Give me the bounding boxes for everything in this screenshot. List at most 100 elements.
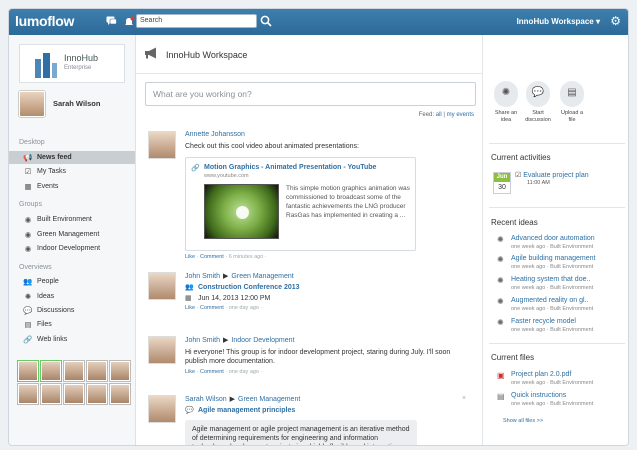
start-discussion-button[interactable]: 💬 Start discussion [523, 81, 553, 123]
show-all-files-link[interactable]: Show all files >> [503, 418, 543, 424]
section-recent-ideas: Recent ideas [491, 218, 538, 227]
avatar[interactable] [41, 361, 61, 381]
avatar[interactable] [148, 336, 176, 364]
post-text: Check out this cool video about animated… [185, 143, 359, 150]
discussion-title[interactable]: Agile management principles [198, 407, 295, 414]
link-description: This simple motion graphics animation wa… [286, 185, 410, 219]
group-icon: ◉ [24, 230, 32, 239]
top-bar: lumoflow Search InnoHub Workspace ▾ ⚙ [9, 9, 628, 35]
search-icon[interactable] [259, 14, 273, 28]
sidebar-item-indoor-development[interactable]: ◉ Indoor Development [9, 242, 135, 255]
sidebar-item-web-links[interactable]: 🔗 Web links [9, 333, 135, 346]
share-idea-button[interactable]: ✺ Share an idea [491, 81, 521, 123]
avatar[interactable] [87, 361, 107, 381]
lightbulb-icon: ✺ [497, 297, 504, 306]
video-thumbnail[interactable] [204, 184, 279, 239]
comment-link[interactable]: Comment [200, 254, 224, 260]
upload-file-button[interactable]: ▤ Upload a file [557, 81, 587, 123]
comment-link[interactable]: Comment [200, 369, 224, 375]
avatar[interactable] [64, 361, 84, 381]
chat-icon: 💬 [185, 407, 194, 414]
sidebar-item-label: My Tasks [37, 168, 67, 175]
sidebar-item-built-environment[interactable]: ◉ Built Environment [9, 213, 135, 226]
file-title[interactable]: Quick instructions [511, 392, 566, 399]
idea-title[interactable]: Faster recycle model [511, 318, 576, 325]
comment-link[interactable]: Comment [200, 305, 224, 311]
post-author[interactable]: John Smith [185, 273, 220, 280]
avatar[interactable] [148, 131, 176, 159]
post-author[interactable]: Annette Johansson [185, 131, 473, 138]
sidebar-item-ideas[interactable]: ✺ Ideas [9, 290, 135, 303]
post-meta: Like · Comment · 6 minutes ago · [185, 254, 267, 260]
sidebar-item-events[interactable]: ▦ Events [9, 180, 135, 193]
avatar[interactable] [110, 361, 130, 381]
link-preview[interactable]: 🔗 Motion Graphics - Animated Presentatio… [185, 157, 416, 251]
play-icon[interactable] [236, 206, 249, 219]
feed-filter-my-events[interactable]: my events [447, 112, 474, 118]
sidebar-item-news-feed[interactable]: 📢 News feed [9, 151, 135, 164]
idea-meta: one week ago · Built Environment [511, 244, 594, 250]
like-link[interactable]: Like [185, 254, 195, 260]
status-input[interactable]: What are you working on? [145, 82, 476, 106]
sidebar-item-green-management[interactable]: ◉ Green Management [9, 228, 135, 241]
messages-icon[interactable] [105, 16, 117, 27]
avatar[interactable] [18, 361, 38, 381]
sidebar-item-people[interactable]: 👥 People [9, 275, 135, 288]
file-icon: ▤ [24, 320, 32, 329]
activity-title[interactable]: Evaluate project plan [523, 172, 588, 179]
app-logo[interactable]: lumoflow [15, 13, 74, 29]
link-title[interactable]: Motion Graphics - Animated Presentation … [204, 164, 376, 171]
divider [489, 343, 625, 344]
post-author[interactable]: Sarah Wilson [185, 396, 227, 403]
check-icon: ☑ [24, 167, 32, 176]
gear-icon[interactable]: ⚙ [610, 14, 621, 28]
like-link[interactable]: Like [185, 369, 195, 375]
activity-item[interactable]: ☑ Evaluate project plan 11:00 AM [515, 171, 589, 186]
sidebar-item-label: Files [37, 321, 52, 328]
feed-item: John Smith ▶ Green Management 👥 Constructio… [148, 272, 474, 322]
feed-filter-all[interactable]: all [436, 112, 442, 118]
avatar[interactable] [41, 384, 61, 404]
user-profile[interactable]: Sarah Wilson [19, 91, 100, 117]
sidebar-item-files[interactable]: ▤ Files [9, 318, 135, 331]
workspace-menu[interactable]: InnoHub Workspace ▾ [517, 17, 600, 26]
avatar[interactable] [19, 91, 45, 117]
idea-title[interactable]: Heating system that doe.. [511, 276, 590, 283]
avatar[interactable] [18, 384, 38, 404]
notifications-icon[interactable] [123, 16, 135, 27]
post-author[interactable]: John Smith [185, 337, 220, 344]
calendar-month: Jun [494, 173, 510, 182]
avatar[interactable] [148, 272, 176, 300]
people-grid [18, 361, 130, 404]
avatar[interactable] [110, 384, 130, 404]
post-group[interactable]: Green Management [231, 273, 293, 280]
post-group[interactable]: Green Management [238, 396, 300, 403]
post-group[interactable]: Indoor Development [231, 337, 294, 344]
search-input[interactable]: Search [136, 14, 257, 28]
avatar[interactable] [87, 384, 107, 404]
idea-title[interactable]: Agile building management [511, 255, 595, 262]
lightbulb-icon: ✺ [497, 235, 504, 244]
group-icon: ◉ [24, 244, 32, 253]
sidebar-item-my-tasks[interactable]: ☑ My Tasks [9, 165, 135, 178]
app-window: lumoflow Search InnoHub Workspace ▾ ⚙ In… [8, 8, 629, 446]
brand-logo: InnoHub Enterprise [19, 44, 125, 83]
file-meta: one week ago · Built Environment [511, 380, 594, 386]
sidebar-item-discussions[interactable]: 💬 Discussions [9, 304, 135, 317]
page-title: InnoHub Workspace [144, 47, 247, 62]
calendar-day: 30 [498, 184, 506, 191]
idea-title[interactable]: Augmented reality on gl.. [511, 297, 588, 304]
user-name[interactable]: Sarah Wilson [53, 99, 100, 108]
idea-title[interactable]: Advanced door automation [511, 235, 595, 242]
event-title[interactable]: Construction Conference 2013 [198, 284, 300, 291]
avatar[interactable] [148, 395, 176, 423]
lightbulb-icon: ✺ [24, 292, 32, 301]
file-title[interactable]: Project plan 2.0.pdf [511, 371, 571, 378]
avatar[interactable] [64, 384, 84, 404]
chat-icon: 💬 [23, 306, 33, 315]
sidebar-item-label: People [37, 278, 59, 285]
like-link[interactable]: Like [185, 305, 195, 311]
workspace-title: InnoHub Workspace [166, 49, 248, 60]
sidebar-item-label: News feed [37, 154, 72, 161]
megaphone-icon: 📢 [23, 153, 33, 162]
